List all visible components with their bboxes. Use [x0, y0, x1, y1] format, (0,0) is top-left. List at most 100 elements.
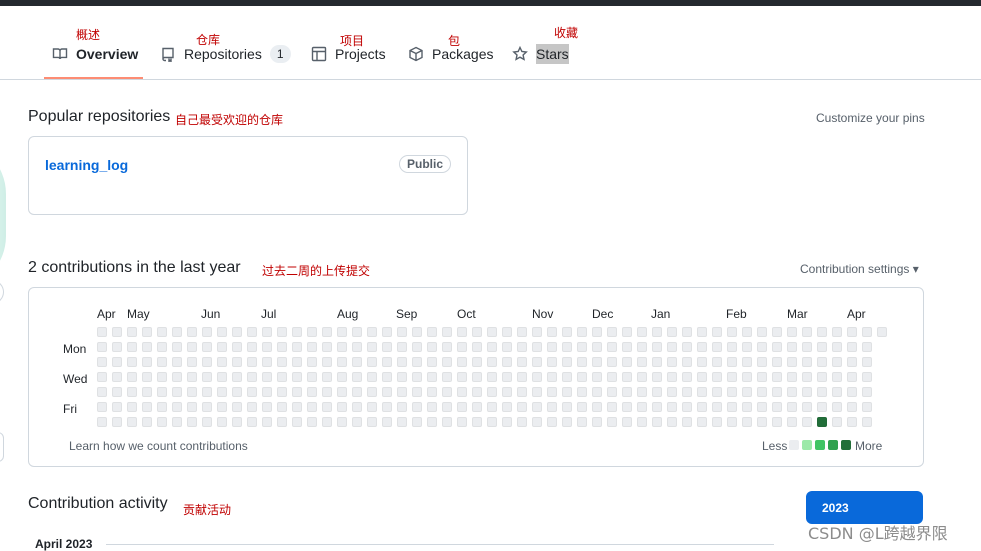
contribution-day[interactable]	[667, 372, 677, 382]
contribution-day[interactable]	[277, 417, 287, 427]
contribution-day[interactable]	[172, 372, 182, 382]
contribution-day[interactable]	[562, 387, 572, 397]
contribution-day[interactable]	[307, 417, 317, 427]
learn-contributions-link[interactable]: Learn how we count contributions	[69, 439, 248, 453]
contribution-day[interactable]	[277, 357, 287, 367]
contribution-day[interactable]	[472, 402, 482, 412]
contribution-day[interactable]	[727, 342, 737, 352]
contribution-day[interactable]	[727, 402, 737, 412]
contribution-day[interactable]	[547, 402, 557, 412]
contribution-day[interactable]	[112, 357, 122, 367]
contribution-day[interactable]	[712, 402, 722, 412]
contribution-day[interactable]	[697, 357, 707, 367]
contribution-day[interactable]	[127, 357, 137, 367]
contribution-day[interactable]	[472, 327, 482, 337]
contribution-day[interactable]	[757, 402, 767, 412]
contribution-day[interactable]	[172, 417, 182, 427]
contribution-day[interactable]	[787, 357, 797, 367]
contribution-day[interactable]	[247, 357, 257, 367]
contribution-day[interactable]	[742, 357, 752, 367]
contribution-day[interactable]	[607, 387, 617, 397]
contribution-day[interactable]	[607, 357, 617, 367]
contribution-day[interactable]	[307, 387, 317, 397]
contribution-day[interactable]	[607, 417, 617, 427]
contribution-day[interactable]	[382, 417, 392, 427]
contribution-day[interactable]	[187, 357, 197, 367]
contribution-day[interactable]	[247, 387, 257, 397]
contribution-day[interactable]	[382, 327, 392, 337]
contribution-day[interactable]	[247, 342, 257, 352]
contribution-day[interactable]	[832, 417, 842, 427]
contribution-day[interactable]	[292, 327, 302, 337]
contribution-day[interactable]	[142, 372, 152, 382]
contribution-day[interactable]	[262, 327, 272, 337]
contribution-day[interactable]	[172, 327, 182, 337]
contribution-day[interactable]	[352, 342, 362, 352]
contribution-day[interactable]	[667, 327, 677, 337]
contribution-day[interactable]	[97, 387, 107, 397]
contribution-day[interactable]	[337, 342, 347, 352]
contribution-day[interactable]	[712, 417, 722, 427]
contribution-day[interactable]	[637, 417, 647, 427]
contribution-day[interactable]	[427, 327, 437, 337]
contribution-day[interactable]	[637, 387, 647, 397]
contribution-day[interactable]	[802, 342, 812, 352]
contribution-day[interactable]	[487, 357, 497, 367]
contribution-day[interactable]	[622, 417, 632, 427]
contribution-day[interactable]	[847, 387, 857, 397]
contribution-day[interactable]	[277, 387, 287, 397]
contribution-day[interactable]	[247, 417, 257, 427]
contribution-day[interactable]	[757, 342, 767, 352]
contribution-day[interactable]	[727, 372, 737, 382]
contribution-day[interactable]	[547, 372, 557, 382]
contribution-day[interactable]	[427, 417, 437, 427]
contribution-day[interactable]	[787, 327, 797, 337]
contribution-day[interactable]	[442, 327, 452, 337]
contribution-day[interactable]	[232, 327, 242, 337]
contribution-day[interactable]	[112, 417, 122, 427]
contribution-day[interactable]	[547, 357, 557, 367]
contribution-day[interactable]	[697, 327, 707, 337]
contribution-day[interactable]	[157, 357, 167, 367]
contribution-day[interactable]	[562, 342, 572, 352]
contribution-day[interactable]	[367, 402, 377, 412]
contribution-day[interactable]	[742, 402, 752, 412]
contribution-day[interactable]	[742, 387, 752, 397]
contribution-day[interactable]	[397, 342, 407, 352]
contribution-day[interactable]	[262, 387, 272, 397]
contribution-day[interactable]	[817, 357, 827, 367]
contribution-day[interactable]	[397, 417, 407, 427]
contribution-day[interactable]	[502, 342, 512, 352]
contribution-day[interactable]	[277, 342, 287, 352]
contribution-day[interactable]	[682, 402, 692, 412]
contribution-day[interactable]	[547, 417, 557, 427]
contribution-day[interactable]	[517, 402, 527, 412]
contribution-day[interactable]	[322, 327, 332, 337]
contribution-day[interactable]	[217, 327, 227, 337]
contribution-day[interactable]	[772, 372, 782, 382]
contribution-day[interactable]	[847, 417, 857, 427]
contribution-day[interactable]	[367, 387, 377, 397]
contribution-day[interactable]	[142, 342, 152, 352]
contribution-day[interactable]	[502, 327, 512, 337]
contribution-day[interactable]	[592, 387, 602, 397]
contribution-day[interactable]	[697, 387, 707, 397]
contribution-day[interactable]	[322, 372, 332, 382]
contribution-day[interactable]	[487, 342, 497, 352]
contribution-day[interactable]	[112, 342, 122, 352]
contribution-day[interactable]	[382, 387, 392, 397]
contribution-day[interactable]	[652, 402, 662, 412]
contribution-day[interactable]	[187, 387, 197, 397]
contribution-day[interactable]	[757, 327, 767, 337]
contribution-day[interactable]	[502, 402, 512, 412]
contribution-day[interactable]	[142, 402, 152, 412]
contribution-day[interactable]	[322, 387, 332, 397]
contribution-day[interactable]	[547, 327, 557, 337]
contribution-day[interactable]	[862, 357, 872, 367]
contribution-day[interactable]	[802, 417, 812, 427]
contribution-day[interactable]	[532, 417, 542, 427]
contribution-day[interactable]	[337, 357, 347, 367]
contribution-day[interactable]	[757, 357, 767, 367]
contribution-day[interactable]	[232, 417, 242, 427]
contribution-day[interactable]	[487, 402, 497, 412]
